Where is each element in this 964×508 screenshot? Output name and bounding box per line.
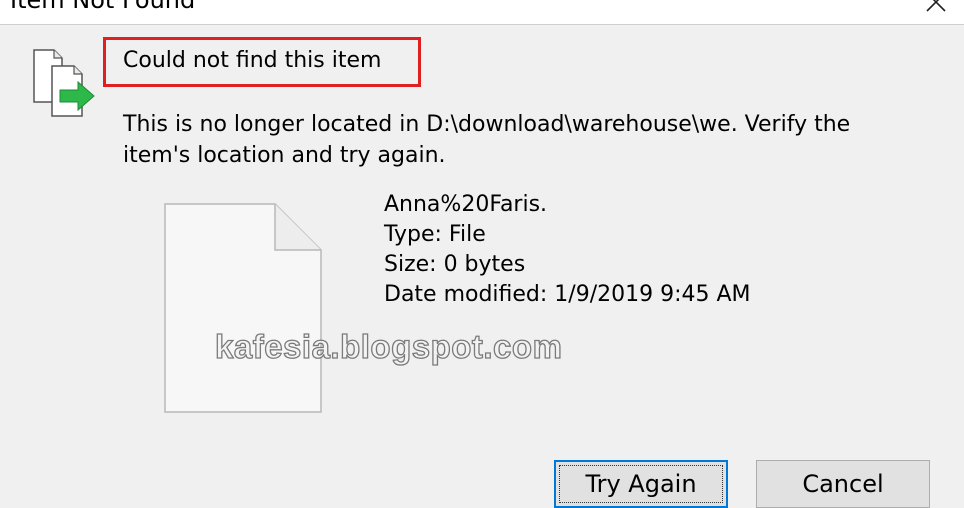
dialog-heading: Could not find this item [123, 48, 382, 73]
file-details: Anna%20Faris. Type: File Size: 0 bytes D… [384, 190, 751, 310]
cancel-button[interactable]: Cancel [756, 460, 930, 508]
blank-file-icon [164, 203, 322, 413]
cancel-label: Cancel [802, 470, 884, 498]
close-button[interactable] [904, 0, 964, 24]
dialog-message: This is no longer located in D:\download… [123, 112, 851, 168]
close-icon [926, 0, 946, 12]
focus-ring [559, 465, 723, 503]
file-type: Type: File [384, 222, 486, 247]
file-name: Anna%20Faris. [384, 192, 548, 217]
file-size: Size: 0 bytes [384, 252, 526, 277]
item-not-found-dialog: Item Not Found Could not find this item … [0, 0, 964, 508]
title-bar: Item Not Found [0, 0, 964, 25]
window-title: Item Not Found [10, 0, 196, 14]
watermark-text: kafesia.blogspot.com [214, 327, 563, 365]
file-date-modified: Date modified: 1/9/2019 9:45 AM [384, 282, 751, 307]
move-file-icon [33, 49, 95, 117]
try-again-button[interactable]: Try Again [554, 460, 728, 508]
